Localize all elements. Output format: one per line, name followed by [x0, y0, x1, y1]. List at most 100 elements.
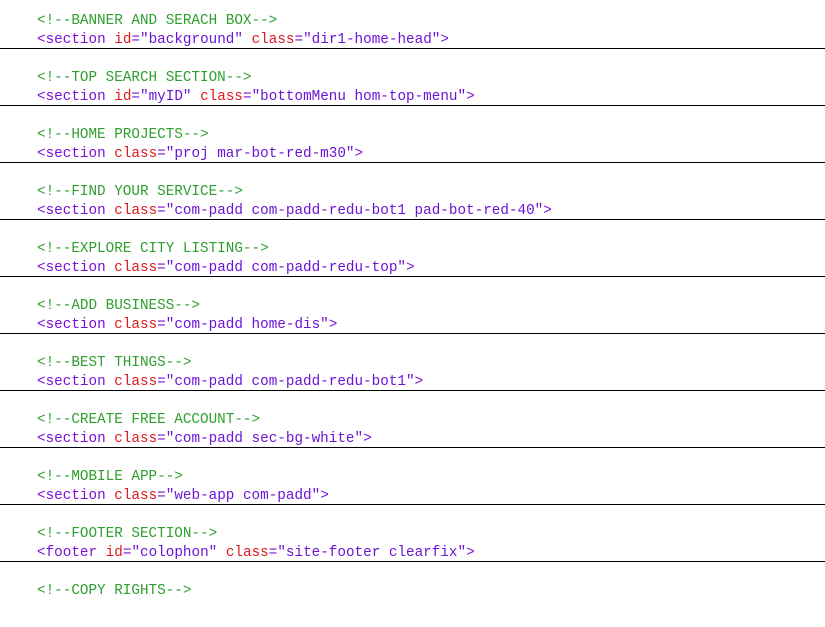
html-comment-line: <!--MOBILE APP--> [37, 469, 183, 485]
html-comment-line: <!--FIND YOUR SERVICE--> [37, 184, 243, 200]
attribute-value: "com-padd com-padd-redu-top" [165, 260, 406, 276]
divider-line [0, 219, 825, 220]
tag-open-bracket: < [37, 203, 46, 219]
html-comment-line: <!--TOP SEARCH SECTION--> [37, 70, 252, 86]
equals-sign: = [157, 431, 166, 447]
tag-close-bracket: > [320, 488, 329, 504]
divider-line [0, 561, 825, 562]
attribute-name: id [114, 89, 132, 105]
attribute-name: class [114, 431, 158, 447]
html-comment-line: <!--FOOTER SECTION--> [37, 526, 218, 542]
html-tag-line: <section class="com-padd sec-bg-white"> [37, 431, 372, 448]
attribute-value: "myID" [140, 89, 192, 105]
divider-line [0, 48, 825, 49]
tag-name: section [45, 260, 106, 276]
tag-name: section [45, 203, 106, 219]
attribute-name: class [114, 260, 158, 276]
code-block: <!--FIND YOUR SERVICE--> <section class="… [0, 171, 825, 228]
attribute-name: id [105, 545, 123, 561]
tag-close-bracket: > [363, 431, 372, 447]
divider-line [0, 162, 825, 163]
equals-sign: = [157, 374, 166, 390]
attribute-value: "background" [140, 32, 243, 48]
html-comment-line: <!--CREATE FREE ACCOUNT--> [37, 412, 261, 428]
tag-name: section [45, 32, 106, 48]
html-tag-line: <section class="com-padd com-padd-redu-t… [37, 260, 415, 277]
code-block: <!--EXPLORE CITY LISTING--> <section clas… [0, 228, 825, 285]
attribute-value: "com-padd com-padd-redu-bot1 pad-bot-red… [165, 203, 544, 219]
code-block: <!--BANNER AND SERACH BOX--> <section id=… [0, 0, 825, 57]
equals-sign: = [157, 488, 166, 504]
html-tag-line: <section id="myID" class="bottomMenu hom… [37, 89, 475, 106]
divider-line [0, 276, 825, 277]
html-tag-line: <section class="com-padd com-padd-redu-b… [37, 203, 552, 220]
tag-open-bracket: < [37, 146, 46, 162]
attribute-name: class [114, 488, 158, 504]
tag-open-bracket: < [37, 545, 46, 561]
html-tag-line: <section class="com-padd home-dis"> [37, 317, 337, 334]
html-comment-line: <!--BANNER AND SERACH BOX--> [37, 13, 278, 29]
tag-open-bracket: < [37, 374, 46, 390]
equals-sign: = [131, 89, 141, 105]
attribute-name: class [114, 203, 158, 219]
attribute-name: class [251, 32, 295, 48]
attribute-value: "com-padd sec-bg-white" [165, 431, 364, 447]
tag-open-bracket: < [37, 32, 46, 48]
tag-name: section [45, 317, 106, 333]
attribute-name: id [114, 32, 132, 48]
attribute-value: "com-padd home-dis" [165, 317, 329, 333]
attribute-name: class [114, 146, 158, 162]
code-block: <!--FOOTER SECTION--> <footer id="colopho… [0, 513, 825, 570]
code-block: <!--ADD BUSINESS--> <section class="com-p… [0, 285, 825, 342]
attribute-value: "bottomMenu hom-top-menu" [251, 89, 467, 105]
equals-sign: = [294, 32, 304, 48]
html-tag-line: <section id="background" class="dir1-hom… [37, 32, 449, 49]
code-listing: <!--BANNER AND SERACH BOX--> <section id=… [0, 0, 825, 627]
code-block: <!--CREATE FREE ACCOUNT--> <section class… [0, 399, 825, 456]
attribute-value: "site-footer clearfix" [277, 545, 467, 561]
tag-open-bracket: < [37, 89, 46, 105]
divider-line [0, 333, 825, 334]
html-comment-line: <!--COPY RIGHTS--> [37, 583, 192, 599]
attribute-value: "com-padd com-padd-redu-bot1" [165, 374, 415, 390]
tag-close-bracket: > [414, 374, 424, 390]
tag-open-bracket: < [37, 260, 46, 276]
divider-line [0, 447, 825, 448]
code-block: <!--HOME PROJECTS--> <section class="proj… [0, 114, 825, 171]
equals-sign: = [157, 203, 166, 219]
attribute-value: "dir1-home-head" [303, 32, 441, 48]
tag-close-bracket: > [466, 545, 475, 561]
html-tag-line: <section class="proj mar-bot-red-m30"> [37, 146, 363, 163]
equals-sign: = [157, 317, 166, 333]
attribute-value: "web-app com-padd" [165, 488, 321, 504]
tag-name: section [45, 89, 106, 105]
html-comment-line: <!--EXPLORE CITY LISTING--> [37, 241, 269, 257]
tag-open-bracket: < [37, 317, 46, 333]
tag-close-bracket: > [354, 146, 364, 162]
html-tag-line: <footer id="colophon" class="site-footer… [37, 545, 475, 562]
divider-line [0, 390, 825, 391]
attribute-value: "proj mar-bot-red-m30" [165, 146, 355, 162]
html-comment-line: <!--HOME PROJECTS--> [37, 127, 209, 143]
divider-line [0, 504, 825, 505]
equals-sign: = [243, 89, 252, 105]
attribute-name: class [225, 545, 269, 561]
html-tag-line: <section class="com-padd com-padd-redu-b… [37, 374, 423, 391]
equals-sign: = [131, 32, 141, 48]
attribute-name: class [114, 317, 158, 333]
tag-close-bracket: > [543, 203, 552, 219]
equals-sign: = [157, 260, 166, 276]
attribute-name: class [114, 374, 158, 390]
code-block: <!--BEST THINGS--> <section class="com-pa… [0, 342, 825, 399]
html-comment-line: <!--BEST THINGS--> [37, 355, 192, 371]
equals-sign: = [157, 146, 166, 162]
tag-open-bracket: < [37, 488, 46, 504]
attribute-name: class [200, 89, 243, 105]
tag-open-bracket: < [37, 431, 46, 447]
html-comment-line: <!--ADD BUSINESS--> [37, 298, 201, 314]
tag-close-bracket: > [328, 317, 338, 333]
tag-name: section [45, 431, 106, 447]
tag-name: section [45, 374, 106, 390]
tag-close-bracket: > [466, 89, 475, 105]
tag-name: section [45, 146, 106, 162]
